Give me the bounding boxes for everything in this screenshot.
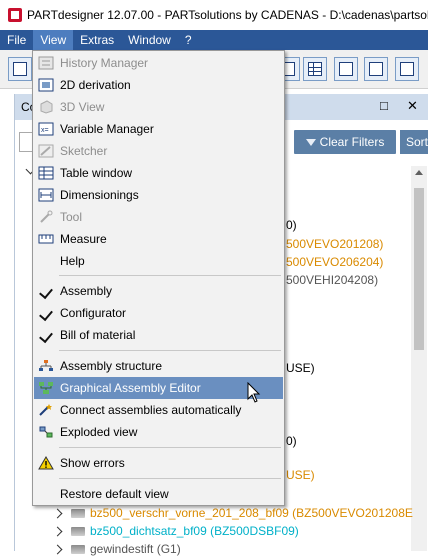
connect-icon [39,404,52,416]
expand-icon[interactable] [52,544,63,554]
tree-row[interactable]: bz500_dichtsatz_bf09 (BZ500DSBF09) [52,524,299,538]
measure-icon [400,62,414,76]
expand-icon[interactable] [52,526,63,536]
checkmark-icon [39,328,53,344]
assembly-structure-icon [39,360,53,371]
exploded-view-icon [39,426,53,438]
menu-help[interactable]: ? [178,30,199,50]
new-icon [13,62,27,76]
tool-icon [40,210,53,223]
menu-separator [59,350,281,351]
clear-filters-label: Clear Filters [319,135,385,149]
menu-extras[interactable]: Extras [73,30,121,50]
menu-item-graphical-assembly-editor[interactable]: Graphical Assembly Editor [34,377,283,399]
mouse-cursor-icon [247,382,261,403]
menu-item-show-errors[interactable]: Show errors [34,452,283,474]
close-icon[interactable]: ✕ [407,98,418,114]
scroll-thumb[interactable] [414,188,424,350]
vertical-scrollbar[interactable] [411,166,427,551]
part-icon [71,544,85,554]
menu-bar: File View Extras Window ? [0,30,428,50]
menu-item-configurator[interactable]: Configurator [34,302,283,324]
tree-row[interactable]: gewindestift (G1) [52,542,181,556]
menu-item-restore-default-view[interactable]: Restore default view [34,483,283,505]
tree-row-label: bz500_dichtsatz_bf09 (BZ500DSBF09) [90,524,299,538]
sketcher-icon [38,144,54,158]
tree-fragment: 500VEVO201208) [286,237,384,251]
menu-view[interactable]: View [33,30,74,50]
tree-fragment: 500VEHI204208) [286,273,379,287]
history-icon [38,56,54,70]
tree-fragment: 0) [286,434,297,448]
menu-item-history-manager[interactable]: History Manager [34,52,283,74]
part-icon [71,508,85,518]
menu-item-help[interactable]: Help [34,250,283,272]
menu-separator [59,275,281,276]
menu-item-table-window[interactable]: Table window [34,162,283,184]
checkmark-icon [39,306,53,322]
toolbar-button-d[interactable] [395,57,419,81]
variable-icon: x= [38,122,54,136]
menu-item-measure[interactable]: Measure [34,228,283,250]
toolbar-button-c[interactable] [364,57,388,81]
window-title: PARTdesigner 12.07.00 - PARTsolutions by… [27,8,428,22]
menu-item-2d-derivation[interactable]: 2D derivation [34,74,283,96]
dimension-icon [38,188,54,202]
tree-row[interactable]: bz500_verschr_vorne_201_208_bf09 (BZ500V… [52,506,413,520]
table-icon [38,166,54,180]
scroll-up-icon[interactable] [415,170,423,175]
toolbar-new-button[interactable] [8,57,32,81]
menu-window[interactable]: Window [121,30,178,50]
view-menu: History Manager 2D derivation 3D View x=… [32,50,285,506]
table-icon [308,62,322,76]
menu-item-assembly[interactable]: Assembly [34,280,283,302]
tree-fragment: USE) [286,468,315,482]
tree-fragment: 500VEVO206204) [286,255,384,269]
menu-item-3d-view[interactable]: 3D View [34,96,283,118]
tree-row-label: bz500_verschr_vorne_201_208_bf09 (BZ500V… [90,506,413,520]
clear-filters-button[interactable]: Clear Filters [294,130,396,154]
toolbar-button-b[interactable] [334,57,358,81]
tree-fragment: 0) [286,218,297,232]
menu-item-tool[interactable]: Tool [34,206,283,228]
warning-icon [38,456,54,470]
toolbar-table-button[interactable] [303,57,327,81]
menu-item-exploded-view[interactable]: Exploded view [34,421,283,443]
menu-item-variable-manager[interactable]: x= Variable Manager [34,118,283,140]
part-icon [71,526,85,536]
title-bar: PARTdesigner 12.07.00 - PARTsolutions by… [0,0,428,30]
filter-icon [305,138,316,146]
menu-item-dimensionings[interactable]: Dimensionings [34,184,283,206]
menu-separator [59,447,281,448]
3d-view-icon [40,100,53,114]
checkmark-icon [39,284,53,300]
tree-row-label: gewindestift (G1) [90,542,181,556]
menu-item-bill-of-material[interactable]: Bill of material [34,324,283,346]
app-logo-icon [8,8,22,22]
menu-item-sketcher[interactable]: Sketcher [34,140,283,162]
menu-file[interactable]: File [0,30,33,50]
menu-item-connect-assemblies[interactable]: Connect assemblies automatically [34,399,283,421]
sort-button[interactable]: Sort [400,130,428,154]
dimension-icon [369,62,383,76]
measure-icon [38,234,54,244]
svg-text:x=: x= [41,127,49,134]
menu-separator [59,478,281,479]
menu-item-assembly-structure[interactable]: Assembly structure [34,355,283,377]
graphical-editor-icon [39,382,53,394]
expand-icon[interactable] [52,508,63,518]
component-icon [339,62,353,76]
tree-fragment: USE) [286,361,315,375]
pin-icon[interactable]: □ [380,98,388,113]
derivation-icon [38,78,54,92]
